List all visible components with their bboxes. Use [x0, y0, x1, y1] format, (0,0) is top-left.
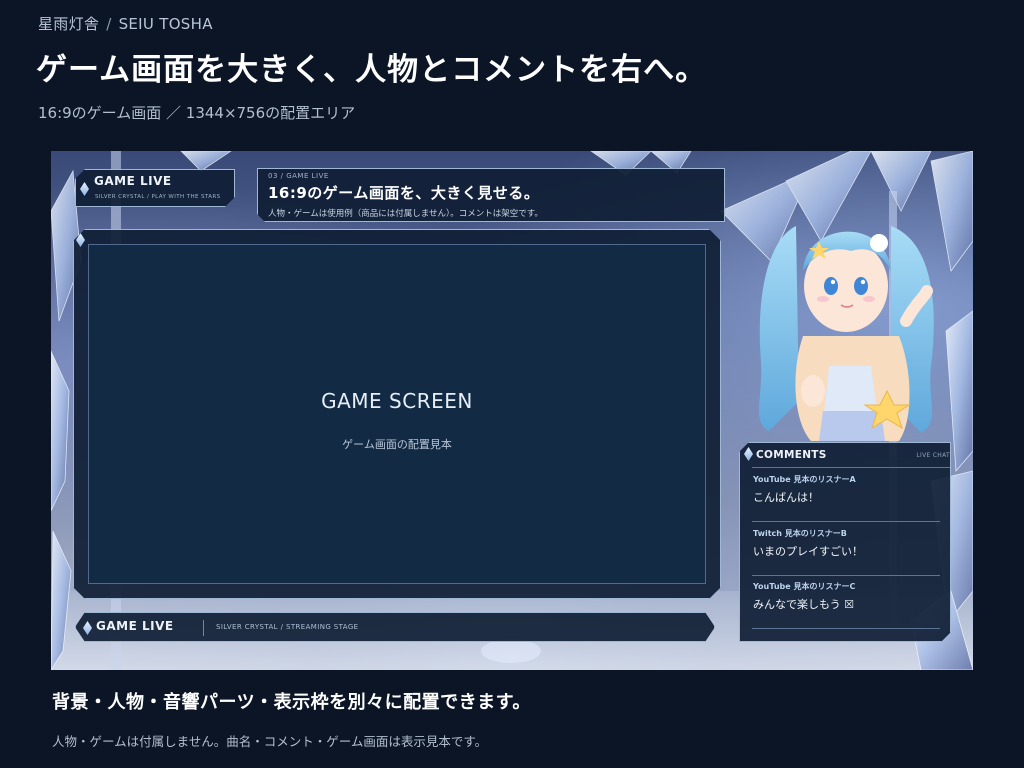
breadcrumb-separator: / [106, 15, 112, 33]
comment-author: YouTube 見本のリスナーC [753, 582, 856, 591]
title-kicker: 03 / GAME LIVE [268, 172, 329, 180]
crystal-gem-icon [744, 447, 753, 461]
comment-message: こんばんは！ [753, 491, 819, 504]
logo-title: GAME LIVE [94, 174, 172, 188]
footer-title: 背景・人物・音響パーツ・表示枠を別々に配置できます。 [52, 692, 531, 713]
comment-message: みんなで楽しもう ☒ [753, 598, 855, 611]
comment-item: Twitch 見本のリスナーB いまのプレイすごい！ [752, 522, 940, 576]
comment-item: YouTube 見本のリスナーC みんなで楽しもう ☒ [752, 575, 940, 629]
page-subtitle: 16:9のゲーム画面 ／ 1344×756の配置エリア [38, 104, 356, 122]
crystal-gem-icon [83, 621, 92, 635]
page-title: ゲーム画面を大きく、人物とコメントを右へ。 [36, 52, 708, 88]
game-screen-label: GAME SCREEN [321, 389, 473, 413]
bottom-bar-divider [203, 620, 204, 636]
footer-note: 人物・ゲームは付属しません。曲名・コメント・ゲーム画面は表示見本です。 [52, 734, 488, 749]
title-note: 人物・ゲームは使用例（商品には付属しません）。コメントは架空です。 [268, 209, 543, 219]
comment-author: YouTube 見本のリスナーA [753, 475, 856, 484]
comments-heading: COMMENTS [756, 449, 827, 461]
comment-item: YouTube 見本のリスナーA こんばんは！ [752, 468, 940, 522]
overlay-preview: GAME LIVE SILVER CRYSTAL / PLAY WITH THE… [51, 151, 973, 670]
logo-tagline: SILVER CRYSTAL / PLAY WITH THE STARS [95, 194, 221, 200]
comments-panel: COMMENTS LIVE CHAT YouTube 見本のリスナーA こんばん… [739, 442, 951, 642]
logo-plate: GAME LIVE SILVER CRYSTAL / PLAY WITH THE… [75, 169, 235, 207]
bottom-bar-tagline: SILVER CRYSTAL / STREAMING STAGE [216, 623, 359, 631]
brand-en[interactable]: SEIU TOSHA [119, 15, 213, 33]
comment-message: いまのプレイすごい！ [753, 545, 863, 558]
breadcrumb: 星雨灯舎 / SEIU TOSHA [38, 13, 213, 34]
comment-author: Twitch 見本のリスナーB [753, 529, 847, 538]
bottom-bar-title: GAME LIVE [96, 619, 174, 633]
game-screen-sub: ゲーム画面の配置見本 [342, 438, 452, 451]
brand-jp[interactable]: 星雨灯舎 [38, 15, 99, 33]
crystal-gem-icon [80, 182, 89, 196]
bottom-bar: GAME LIVE SILVER CRYSTAL / STREAMING STA… [75, 612, 715, 642]
game-screen-frame: GAME SCREEN ゲーム画面の配置見本 [73, 229, 721, 599]
title-bar: 03 / GAME LIVE 16:9のゲーム画面を、大きく見せる。 人物・ゲー… [257, 168, 725, 222]
game-screen[interactable]: GAME SCREEN ゲーム画面の配置見本 [88, 244, 706, 584]
live-chat-tag: LIVE CHAT [916, 452, 950, 459]
title-heading: 16:9のゲーム画面を、大きく見せる。 [268, 184, 540, 202]
vtuber-character [758, 226, 934, 441]
